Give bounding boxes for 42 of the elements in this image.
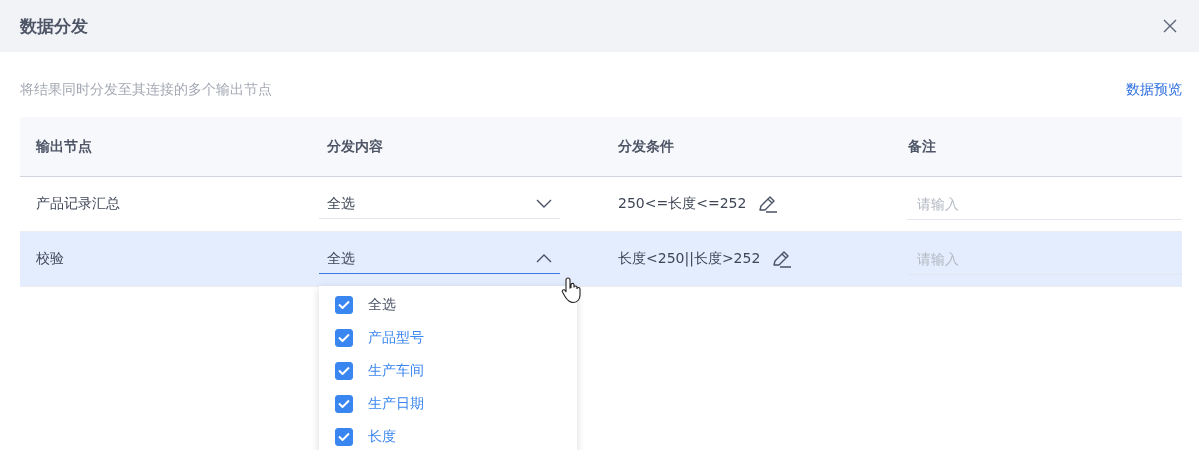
column-header: 输出节点	[35, 137, 92, 156]
option-item[interactable]: 长度	[319, 420, 577, 450]
data-preview-link[interactable]: 数据预览	[1126, 81, 1182, 99]
chevron-up-icon	[536, 254, 552, 263]
checkbox[interactable]	[335, 394, 353, 413]
description-text: 将结果同时分发至其连接的多个输出节点	[20, 81, 272, 99]
edit-button[interactable]	[772, 250, 793, 268]
checkmark-icon	[338, 300, 350, 309]
edit-button[interactable]	[758, 195, 779, 213]
checkbox[interactable]	[335, 427, 353, 446]
dialog-title: 数据分发	[20, 14, 88, 38]
checkbox[interactable]	[335, 361, 353, 380]
checkmark-icon	[338, 399, 350, 408]
checkbox[interactable]	[335, 295, 353, 314]
column-header: 分发内容	[326, 137, 383, 156]
option-item[interactable]: 生产车间	[319, 354, 577, 387]
close-icon	[1163, 19, 1177, 33]
option-label: 全选	[368, 295, 396, 314]
checkmark-icon	[338, 333, 350, 342]
option-item[interactable]: 产品型号	[319, 321, 577, 354]
close-button[interactable]	[1161, 17, 1179, 35]
content-select[interactable]: 全选	[319, 189, 560, 219]
checkbox[interactable]	[335, 328, 353, 347]
column-header: 分发条件	[617, 137, 674, 156]
content-select[interactable]: 全选	[319, 244, 560, 274]
pencil-icon	[758, 195, 779, 213]
remark-input[interactable]: 请输入	[907, 243, 1182, 275]
checkmark-icon	[338, 432, 350, 441]
column-header: 备注	[907, 137, 936, 156]
option-label: 长度	[368, 427, 396, 446]
remark-input[interactable]: 请输入	[907, 188, 1182, 220]
option-item[interactable]: 生产日期	[319, 387, 577, 420]
condition-text: 250<=长度<=252	[618, 195, 747, 213]
node-name: 产品记录汇总	[36, 195, 120, 213]
chevron-down-icon	[536, 199, 552, 208]
checkmark-icon	[338, 366, 350, 375]
node-name: 校验	[36, 250, 64, 268]
option-label: 生产日期	[368, 394, 424, 413]
condition-text: 长度<250||长度>252	[618, 250, 761, 268]
option-label: 产品型号	[368, 328, 424, 347]
pencil-icon	[772, 250, 793, 268]
option-label: 生产车间	[368, 361, 424, 380]
